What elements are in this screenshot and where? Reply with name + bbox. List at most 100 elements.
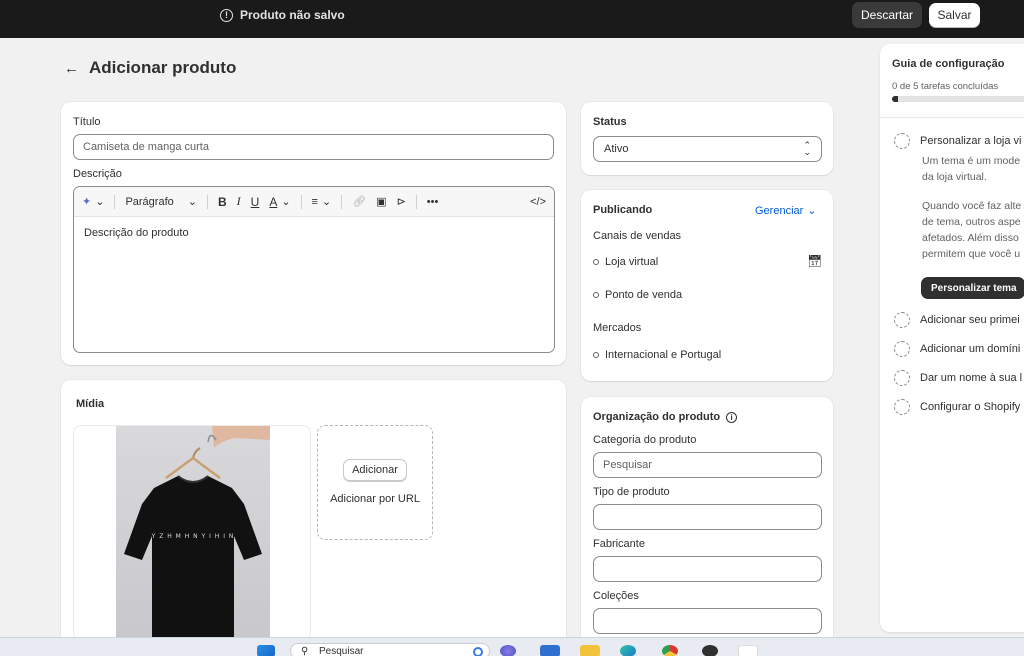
task-incomplete-icon [894, 370, 910, 386]
manage-dropdown[interactable]: Gerenciar ⌄ [755, 204, 817, 218]
setup-progress-fill [892, 96, 898, 102]
page-header: ← Adicionar produto [64, 58, 236, 78]
task-label: Personalizar a loja vi [920, 135, 1022, 147]
page-title: Adicionar produto [89, 58, 237, 77]
media-dropzone[interactable]: Adicionar Adicionar por URL [317, 425, 433, 540]
add-from-url-link[interactable]: Adicionar por URL [318, 493, 432, 505]
product-image[interactable]: Y Z H M H N Y I H I N [73, 425, 311, 640]
app-icon-chrome[interactable] [662, 645, 678, 656]
toolbar-divider [114, 194, 116, 209]
task-incomplete-icon [894, 399, 910, 415]
description-text: Descrição do produto [84, 227, 189, 239]
task-name-store[interactable]: Dar um nome à sua l [894, 370, 1022, 386]
market-status-dot [593, 352, 599, 358]
add-media-button[interactable]: Adicionar [343, 459, 407, 481]
sales-channels-title: Canais de vendas [593, 230, 682, 242]
category-input[interactable]: Pesquisar [593, 452, 822, 478]
app-icon-profile[interactable] [702, 645, 718, 656]
code-button[interactable]: </> [530, 196, 546, 208]
app-icon-file-explorer[interactable] [580, 645, 600, 656]
collections-label: Coleções [593, 590, 639, 602]
image-button[interactable]: ▣ [376, 195, 386, 208]
task-incomplete-icon [894, 312, 910, 328]
tshirt-image: Y Z H M H N Y I H I N [124, 426, 270, 639]
vendor-label: Fabricante [593, 538, 645, 550]
task-add-domain[interactable]: Adicionar um domíni [894, 341, 1020, 357]
publishing-card: Publicando Gerenciar ⌄ Canais de vendas … [581, 190, 833, 381]
text-color-button[interactable]: A ⌄ [269, 195, 290, 209]
media-card: Mídia Y Z H M H N Y I H I N Adicionar Ad… [61, 380, 566, 650]
manage-label: Gerenciar [755, 204, 804, 217]
link-button[interactable]: 🔗︎ [352, 195, 366, 208]
ai-magic-button[interactable]: ✦ ⌄ [82, 195, 104, 208]
video-button[interactable]: ⊳ [397, 195, 406, 208]
os-taskbar: ⚲ Pesquisar [0, 637, 1024, 656]
app-icon-task-view[interactable] [540, 645, 560, 656]
collections-input[interactable] [593, 608, 822, 634]
align-button[interactable]: ≡ ⌄ [311, 195, 332, 209]
bold-button[interactable]: B [218, 195, 227, 209]
organization-title: Organização do produto i [593, 411, 738, 423]
setup-guide-panel: Guia de configuração 0 de 5 tarefas conc… [880, 44, 1024, 632]
app-icon-pinned[interactable] [738, 645, 758, 656]
chevron-down-icon: ⌄ [281, 196, 291, 208]
toolbar-divider [415, 194, 417, 209]
os-search-box[interactable]: ⚲ Pesquisar [290, 643, 490, 656]
align-left-icon: ≡ [311, 195, 318, 208]
product-organization-card: Organização do produto i Categoria do pr… [581, 397, 833, 650]
os-search-text: Pesquisar [319, 646, 364, 656]
task-description-line: Quando você faz alte [922, 200, 1022, 212]
info-icon[interactable]: i [726, 411, 738, 423]
task-label: Configurar o Shopify [920, 401, 1021, 413]
image-icon: ▣ [376, 196, 387, 208]
discard-button[interactable]: Descartar [852, 2, 922, 28]
status-select[interactable]: Ativo ⌃ ⌄ [593, 136, 822, 162]
unsaved-status: ! Produto não salvo [220, 0, 345, 30]
select-arrows-icon: ⌃ ⌄ [803, 140, 811, 157]
task-setup-shopify[interactable]: Configurar o Shopify [894, 399, 1020, 415]
setup-guide-count: 0 de 5 tarefas concluídas [892, 81, 999, 92]
more-button[interactable]: ••• [427, 196, 439, 208]
media-title: Mídia [76, 398, 105, 410]
guide-divider [880, 117, 1024, 118]
info-icon: ! [220, 8, 233, 22]
schedule-calendar-icon[interactable]: 📅︎ [807, 254, 822, 268]
save-button[interactable]: Salvar [929, 3, 980, 27]
top-bar: ! Produto não salvo Descartar Salvar [0, 0, 1024, 38]
channel-online-store: Loja virtual [593, 256, 658, 268]
app-icon-edge[interactable] [620, 645, 636, 656]
more-icon: ••• [426, 195, 439, 208]
toolbar-divider [300, 194, 302, 209]
back-arrow-icon[interactable]: ← [64, 60, 79, 77]
chevron-down-icon: ⌄ [807, 205, 817, 217]
task-description-line: de tema, outros aspe [922, 216, 1021, 228]
underline-button[interactable]: U [251, 195, 260, 209]
product-details-card: Título Camiseta de manga curta Descrição… [61, 102, 566, 365]
description-editor[interactable]: ✦ ⌄ Parágrafo ⌄ B I U A ⌄ ≡ ⌄ 🔗︎ ▣ ⊳ ••• </>… [73, 186, 555, 353]
customize-theme-button[interactable]: Personalizar tema [921, 277, 1024, 299]
editor-toolbar: ✦ ⌄ Parágrafo ⌄ B I U A ⌄ ≡ ⌄ 🔗︎ ▣ ⊳ ••• </> [74, 187, 554, 217]
vendor-input[interactable] [593, 556, 822, 582]
toolbar-divider [206, 194, 208, 209]
task-description-line: da loja virtual. [922, 171, 987, 183]
title-input[interactable]: Camiseta de manga curta [73, 134, 554, 160]
category-label: Categoria do produto [593, 434, 697, 446]
channel-point-of-sale: Ponto de venda [593, 289, 682, 301]
windows-start-icon[interactable] [257, 645, 275, 656]
app-icon-copilot[interactable] [500, 645, 516, 656]
paragraph-select[interactable]: Parágrafo ⌄ [125, 195, 197, 209]
markets-title: Mercados [593, 322, 642, 334]
organization-title-text: Organização do produto [593, 411, 721, 423]
channel-label: Loja virtual [605, 256, 659, 268]
channel-label: Ponto de venda [605, 289, 683, 301]
task-label: Adicionar um domíni [920, 343, 1021, 355]
title-label: Título [73, 116, 101, 128]
search-icon: ⚲ [301, 646, 309, 656]
task-add-product[interactable]: Adicionar seu primei [894, 312, 1020, 328]
toolbar-divider [341, 194, 343, 209]
product-type-input[interactable] [593, 504, 822, 530]
italic-button[interactable]: I [237, 194, 241, 209]
copilot-icon [473, 647, 483, 656]
task-customize-store[interactable]: Personalizar a loja vi [894, 133, 1022, 149]
product-type-label: Tipo de produto [593, 486, 670, 498]
